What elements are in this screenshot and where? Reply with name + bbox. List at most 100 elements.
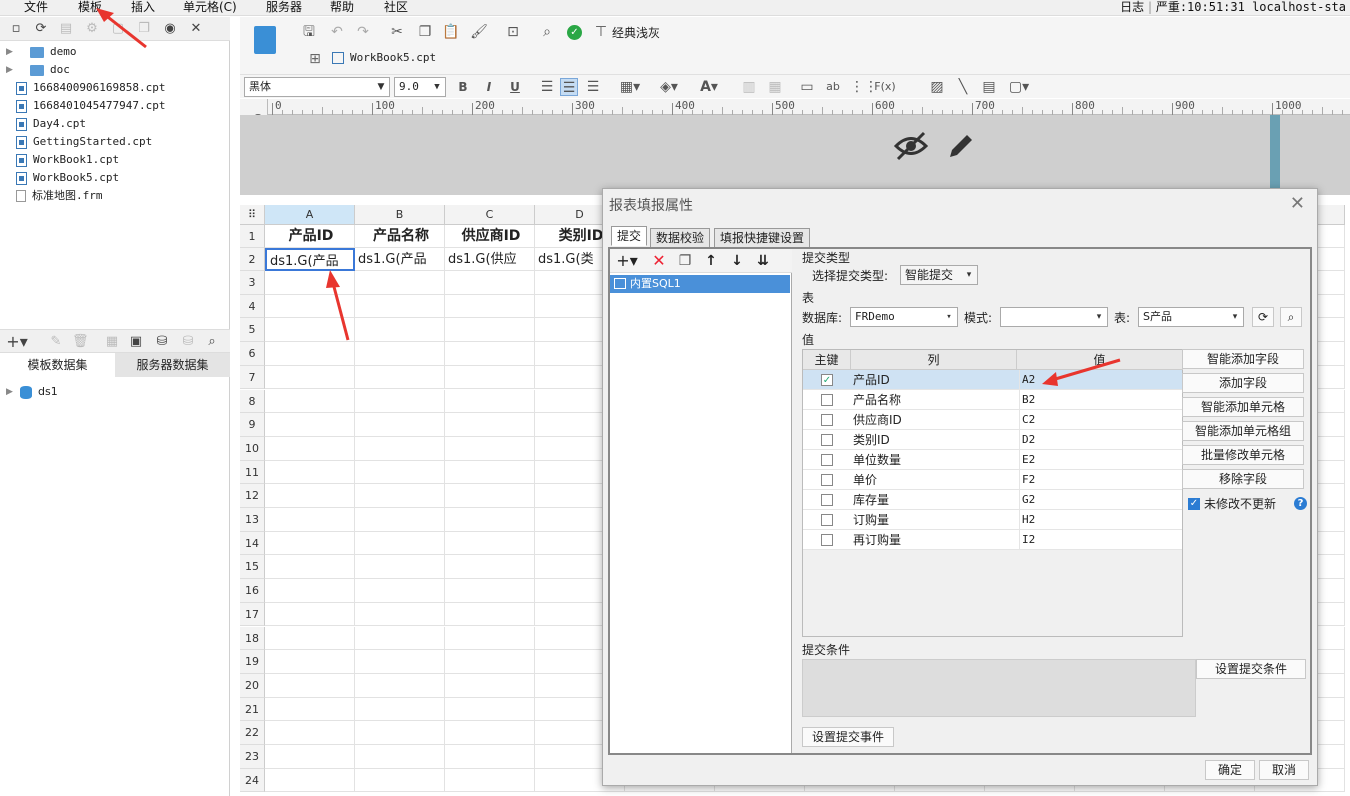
- sheet-cell[interactable]: [445, 531, 535, 556]
- sheet-cell[interactable]: [355, 342, 445, 366]
- sheet-cell[interactable]: [355, 484, 445, 508]
- sheet-cell[interactable]: [355, 602, 445, 627]
- checkbox-icon[interactable]: [821, 454, 833, 466]
- italic-button[interactable]: I: [480, 78, 498, 96]
- row-header[interactable]: 16: [240, 579, 265, 603]
- checkbox-icon[interactable]: [821, 494, 833, 506]
- sheet-cell[interactable]: [355, 508, 445, 532]
- sheet-cell[interactable]: [445, 768, 535, 793]
- checkbox-icon[interactable]: [821, 534, 833, 546]
- checkbox-icon[interactable]: [821, 514, 833, 526]
- menu-community[interactable]: 社区: [384, 0, 408, 16]
- side-button[interactable]: 智能添加字段: [1182, 349, 1304, 369]
- sheet-cell[interactable]: [265, 579, 355, 603]
- sheet-cell[interactable]: [355, 413, 445, 437]
- help-icon[interactable]: ?: [1294, 497, 1308, 510]
- sheet-cell[interactable]: [265, 650, 355, 674]
- tree-item[interactable]: Day4.cpt: [6, 115, 165, 133]
- sheet-cell[interactable]: [445, 745, 535, 769]
- row-header[interactable]: 5: [240, 318, 265, 343]
- expand-icon[interactable]: ▶: [6, 61, 16, 79]
- row-header[interactable]: 10: [240, 436, 265, 461]
- sheet-cell[interactable]: ds1.G(供应: [445, 248, 535, 271]
- checkbox-icon[interactable]: [821, 414, 833, 426]
- sheet-cell[interactable]: [265, 342, 355, 366]
- database-edit-icon[interactable]: ⛁: [180, 334, 196, 350]
- cut-icon[interactable]: ✂: [388, 23, 406, 41]
- sheet-cell[interactable]: 产品ID: [265, 225, 355, 248]
- tab-data-validation[interactable]: 数据校验: [650, 228, 711, 248]
- sheet-cell[interactable]: [355, 697, 445, 722]
- grid-row[interactable]: 单位数量 E2: [803, 450, 1182, 470]
- no-update-option[interactable]: ✓ 未修改不更新 ?: [1188, 495, 1308, 512]
- sheet-cell[interactable]: [355, 365, 445, 390]
- checkbox-icon[interactable]: [821, 394, 833, 406]
- sheet-cell[interactable]: [265, 768, 355, 793]
- move-up-icon[interactable]: ↑: [702, 252, 720, 270]
- grid-value[interactable]: F2: [1019, 470, 1179, 490]
- tab-template-dataset[interactable]: 模板数据集: [0, 353, 115, 377]
- check-icon[interactable]: ✓: [567, 25, 582, 40]
- sheet-cell[interactable]: [265, 697, 355, 722]
- unmerge-icon[interactable]: ▦: [766, 78, 784, 96]
- delete-icon[interactable]: ✕: [650, 252, 668, 270]
- row-header[interactable]: 14: [240, 531, 265, 556]
- menu-insert[interactable]: 插入: [131, 0, 155, 16]
- sheet-cell[interactable]: 供应商ID: [445, 225, 535, 248]
- column-header[interactable]: C: [445, 205, 535, 225]
- row-header[interactable]: 3: [240, 271, 265, 295]
- tab-shortcut-settings[interactable]: 填报快捷键设置: [714, 228, 811, 248]
- delete-icon[interactable]: ▢: [110, 21, 126, 37]
- style-label[interactable]: 经典浅灰: [612, 24, 660, 41]
- menu-help[interactable]: 帮助: [330, 0, 354, 16]
- sheet-cell[interactable]: [355, 721, 445, 745]
- side-button[interactable]: 批量修改单元格: [1182, 445, 1304, 465]
- menu-cell[interactable]: 单元格(C): [183, 0, 237, 16]
- row-header[interactable]: 2: [240, 248, 265, 271]
- row-header[interactable]: 13: [240, 508, 265, 532]
- formula-button[interactable]: F(x): [874, 78, 896, 96]
- sheet-cell[interactable]: ds1.G(产品: [265, 248, 355, 271]
- locate-icon[interactable]: ◉: [162, 21, 178, 37]
- sheet-cell[interactable]: [445, 697, 535, 722]
- new-folder-icon[interactable]: ▫: [8, 21, 24, 37]
- copy-icon[interactable]: ❐: [136, 21, 152, 37]
- sheet-cell[interactable]: [445, 389, 535, 414]
- sheet-cell[interactable]: [265, 484, 355, 508]
- align-left-icon[interactable]: ☰: [538, 78, 556, 96]
- undo-icon[interactable]: ↶: [328, 23, 346, 41]
- font-select[interactable]: 黑体 ▼: [244, 77, 390, 97]
- sheet-cell[interactable]: [265, 531, 355, 556]
- text-field-button[interactable]: ab: [824, 78, 842, 96]
- row-header[interactable]: 6: [240, 342, 265, 366]
- database-icon[interactable]: ⛁: [154, 334, 170, 350]
- grid-row[interactable]: ✓ 产品ID A2: [803, 370, 1182, 390]
- sort-icon[interactable]: ⇊: [754, 252, 772, 270]
- style-icon[interactable]: ⊤: [592, 23, 610, 41]
- row-header[interactable]: 18: [240, 626, 265, 651]
- template-web-icon[interactable]: [254, 26, 276, 54]
- slash-icon[interactable]: ╲: [954, 78, 972, 96]
- edit-icon[interactable]: ✎: [48, 334, 64, 350]
- row-header[interactable]: 23: [240, 745, 265, 769]
- mode-select[interactable]: ▾: [1000, 307, 1108, 327]
- checkbox-icon[interactable]: [821, 474, 833, 486]
- sub-report-icon[interactable]: ▤: [980, 78, 998, 96]
- file-tab[interactable]: WorkBook5.cpt: [330, 47, 436, 69]
- sheet-icon[interactable]: ⊞: [306, 50, 324, 68]
- tree-item[interactable]: WorkBook5.cpt: [6, 169, 165, 187]
- grid-value[interactable]: G2: [1019, 490, 1179, 510]
- sheet-cell[interactable]: [445, 436, 535, 461]
- tree-item[interactable]: ▶ demo: [6, 43, 165, 61]
- grid-row[interactable]: 库存量 G2: [803, 490, 1182, 510]
- row-header[interactable]: 17: [240, 602, 265, 627]
- sheet-cell[interactable]: [445, 721, 535, 745]
- condition-area[interactable]: [802, 659, 1196, 717]
- menu-file[interactable]: 文件: [24, 0, 48, 16]
- column-icon[interactable]: ⋮⋮: [850, 78, 878, 96]
- sheet-cell[interactable]: [445, 342, 535, 366]
- sheet-cell[interactable]: [445, 271, 535, 295]
- sheet-cell[interactable]: [445, 626, 535, 651]
- sheet-cell[interactable]: [265, 318, 355, 343]
- bold-button[interactable]: B: [454, 78, 472, 96]
